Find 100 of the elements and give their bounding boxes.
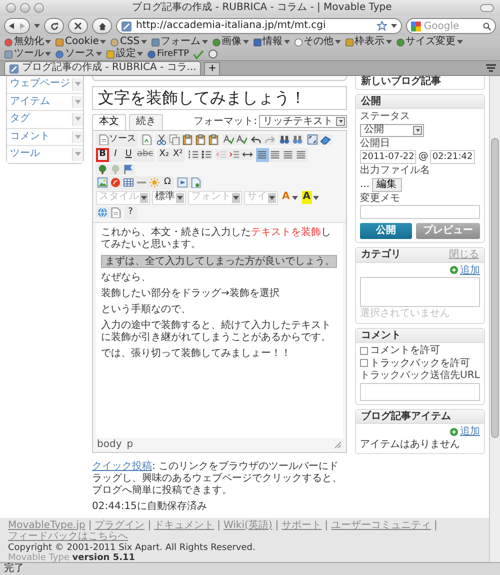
- back-forward-button[interactable]: [4, 18, 30, 34]
- edit-button[interactable]: 編集: [372, 178, 402, 192]
- indent-icon[interactable]: [228, 149, 240, 160]
- time-field[interactable]: 02:21:42: [430, 150, 475, 164]
- flag-icon[interactable]: [123, 164, 134, 174]
- editor-tab[interactable]: 続き: [129, 114, 163, 130]
- bookmark-button[interactable]: 枠表示: [344, 36, 392, 48]
- scrollbar-thumb[interactable]: [491, 138, 499, 438]
- document-icon[interactable]: [190, 177, 201, 188]
- bookmark-button[interactable]: FireFTP: [147, 48, 190, 60]
- sidebar-item[interactable]: タグ: [7, 111, 83, 128]
- search-icon[interactable]: [482, 22, 491, 30]
- source-button[interactable]: ソース: [96, 132, 138, 146]
- disc-icon[interactable]: [110, 177, 121, 188]
- toolbar-toggle-button[interactable]: [480, 4, 494, 12]
- browser-tab[interactable]: ブログ記事の作成 - RUBRICA - コラ...: [4, 61, 202, 75]
- trackback-url-field[interactable]: [360, 382, 480, 400]
- fullscreen-icon[interactable]: [307, 134, 318, 145]
- quick-post-link[interactable]: クイック投稿: [92, 461, 152, 472]
- copy-icon[interactable]: [169, 134, 180, 145]
- format-select[interactable]: リッチテキスト: [259, 115, 347, 128]
- search-field[interactable]: Google: [406, 18, 496, 34]
- bookmark-button[interactable]: 設定: [106, 48, 143, 60]
- circle-icon[interactable]: [208, 49, 218, 59]
- address-field[interactable]: http://accademia-italiana.jp/mt/mt.cgi: [116, 18, 402, 34]
- binoculars-icon[interactable]: [292, 134, 303, 145]
- bookmark-button[interactable]: CSS: [110, 36, 147, 48]
- stop-button[interactable]: [68, 18, 88, 34]
- plus-icon[interactable]: [450, 266, 458, 274]
- date-field[interactable]: 2011-07-22: [360, 150, 416, 164]
- page-icon[interactable]: [141, 134, 152, 145]
- clipboard-icon[interactable]: [182, 134, 193, 145]
- checkbox[interactable]: [360, 346, 368, 355]
- sidebar-item[interactable]: コメント: [7, 128, 83, 146]
- document-icon[interactable]: [110, 207, 121, 218]
- align-icon[interactable]: [296, 150, 306, 160]
- version-text: Movable Type version 5.11: [8, 552, 136, 563]
- clipboard-icon[interactable]: [195, 134, 206, 145]
- editor-body[interactable]: これから、本文・続きに入力したテキストを装飾 してみたいと思います。 まずは、全て入力してしまった方が良いでしょう。 なぜなら、 装飾したい部分をドラッグ→装飾を選択 という手順なので、 入力の途中で装飾すると、続けて入力したテキストに装飾が引き継がれてしまうことがあるからです。 では、張り切って装飾してみましょー！！: [96, 222, 343, 438]
- resize-grip-icon[interactable]: [334, 440, 342, 449]
- search-input[interactable]: Google: [424, 20, 480, 32]
- bookmark-button[interactable]: Cookie: [55, 36, 106, 48]
- spellcheck-icon[interactable]: [223, 134, 234, 145]
- scissors-icon[interactable]: [156, 134, 167, 145]
- path-element[interactable]: body: [97, 438, 122, 451]
- spellcheck-icon[interactable]: [236, 134, 247, 145]
- add-link[interactable]: 追加: [460, 426, 480, 438]
- check-icon[interactable]: [193, 48, 204, 60]
- bookmark-button[interactable]: 無効化: [4, 36, 51, 48]
- home-button[interactable]: [92, 18, 112, 34]
- underline-button[interactable]: U: [122, 148, 135, 162]
- title-field[interactable]: 文字を装飾してみましょう！: [92, 86, 347, 110]
- align-icon[interactable]: [283, 150, 294, 160]
- align-icon[interactable]: [257, 150, 268, 160]
- menu-icon[interactable]: [486, 64, 496, 72]
- checkbox[interactable]: [360, 359, 368, 368]
- plus-icon[interactable]: [450, 428, 458, 436]
- image-icon[interactable]: [97, 177, 108, 188]
- status-select[interactable]: 公開: [360, 124, 424, 136]
- panel-title: 公開: [361, 96, 381, 107]
- binoculars-icon[interactable]: [279, 134, 290, 145]
- undo-icon[interactable]: [251, 134, 262, 145]
- star-icon[interactable]: [377, 21, 387, 31]
- bookmark-button[interactable]: ツール: [4, 48, 51, 60]
- bookmark-button[interactable]: その他: [294, 36, 341, 48]
- subscript-button[interactable]: X₂: [157, 148, 171, 162]
- publish-button[interactable]: 公開: [360, 223, 412, 239]
- table-icon[interactable]: [123, 177, 134, 188]
- new-tab-button[interactable]: +: [204, 62, 220, 75]
- bold-button[interactable]: B: [96, 148, 109, 162]
- tree-icon[interactable]: [97, 164, 108, 174]
- media-icon[interactable]: [177, 177, 188, 188]
- numbered-list-icon[interactable]: [188, 149, 199, 160]
- clipboard-icon[interactable]: [208, 134, 219, 145]
- align-icon[interactable]: [270, 150, 280, 160]
- circle-icon: [55, 50, 64, 58]
- style-select[interactable]: 標準: [152, 190, 186, 204]
- italic-button[interactable]: I: [109, 148, 122, 162]
- editor-tab[interactable]: 本文: [92, 114, 126, 130]
- path-element[interactable]: p: [126, 438, 134, 451]
- eraser-icon[interactable]: [320, 134, 331, 145]
- sidebar-item[interactable]: アイテム: [7, 94, 83, 111]
- bookmark-button[interactable]: サイズ変更: [396, 36, 463, 48]
- bookmark-button[interactable]: 画像: [212, 36, 249, 48]
- special-character-button[interactable]: Ω: [161, 176, 174, 190]
- memo-field[interactable]: [360, 205, 480, 219]
- bookmark-button[interactable]: 情報: [252, 36, 290, 48]
- highlight-color-button[interactable]: A: [300, 190, 320, 204]
- search-engine-icon[interactable]: [411, 20, 421, 32]
- bookmark-button[interactable]: フォーム: [150, 36, 208, 48]
- help-button[interactable]: ?: [124, 206, 137, 220]
- add-link[interactable]: 追加: [460, 264, 480, 276]
- superscript-button[interactable]: X²: [170, 148, 185, 162]
- sidebar-item[interactable]: ウェブページ: [7, 76, 83, 94]
- strikethrough-button[interactable]: abc: [135, 148, 156, 162]
- bookmark-button[interactable]: ソース: [55, 48, 102, 60]
- reload-button[interactable]: [44, 18, 64, 34]
- bullet-list-icon[interactable]: [200, 149, 212, 160]
- globe-icon[interactable]: [97, 207, 108, 218]
- sidebar-item[interactable]: ツール: [7, 146, 83, 162]
